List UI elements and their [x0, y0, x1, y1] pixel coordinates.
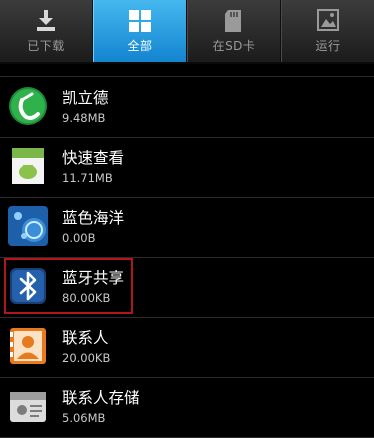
- app-name: 联系人存储: [62, 389, 140, 407]
- tab-downloaded[interactable]: 已下载: [0, 0, 93, 62]
- tab-running-label: 运行: [315, 39, 341, 53]
- running-icon: [317, 9, 339, 31]
- app-name: 蓝色海洋: [62, 209, 125, 227]
- list-item[interactable]: 快速查看 11.71MB: [0, 138, 374, 198]
- app-size: 20.00KB: [62, 351, 111, 365]
- tab-downloaded-label: 已下载: [27, 39, 65, 53]
- blue-ocean-icon: [8, 206, 48, 246]
- grid-icon: [129, 10, 151, 32]
- tab-all-label: 全部: [127, 39, 153, 53]
- quick-view-icon: [12, 148, 44, 184]
- tab-bar: 已下载 全部 在SD卡 运行: [0, 0, 374, 64]
- contacts-icon: [10, 328, 46, 364]
- app-name: 快速查看: [62, 149, 125, 167]
- contacts-storage-icon: [10, 392, 46, 422]
- tab-sdcard-label: 在SD卡: [212, 39, 256, 53]
- sdcard-icon: [225, 10, 241, 32]
- app-size: 0.00B: [62, 231, 96, 245]
- app-size: 5.06MB: [62, 411, 106, 425]
- careland-nav-icon: [9, 87, 47, 125]
- divider: [0, 76, 374, 77]
- selection-highlight: [4, 258, 133, 314]
- tab-all[interactable]: 全部: [93, 0, 187, 62]
- list-item[interactable]: 联系人存储 5.06MB: [0, 378, 374, 438]
- tab-sdcard[interactable]: 在SD卡: [187, 0, 281, 62]
- app-name: 凯立德: [62, 89, 109, 107]
- list-item[interactable]: 联系人 20.00KB: [0, 318, 374, 378]
- app-size: 11.71MB: [62, 171, 113, 185]
- download-icon: [37, 10, 55, 31]
- list-item[interactable]: 凯立德 9.48MB: [0, 78, 374, 138]
- app-size: 9.48MB: [62, 111, 106, 125]
- list-item[interactable]: 蓝色海洋 0.00B: [0, 198, 374, 258]
- tab-running[interactable]: 运行: [281, 0, 374, 62]
- app-name: 联系人: [62, 329, 109, 347]
